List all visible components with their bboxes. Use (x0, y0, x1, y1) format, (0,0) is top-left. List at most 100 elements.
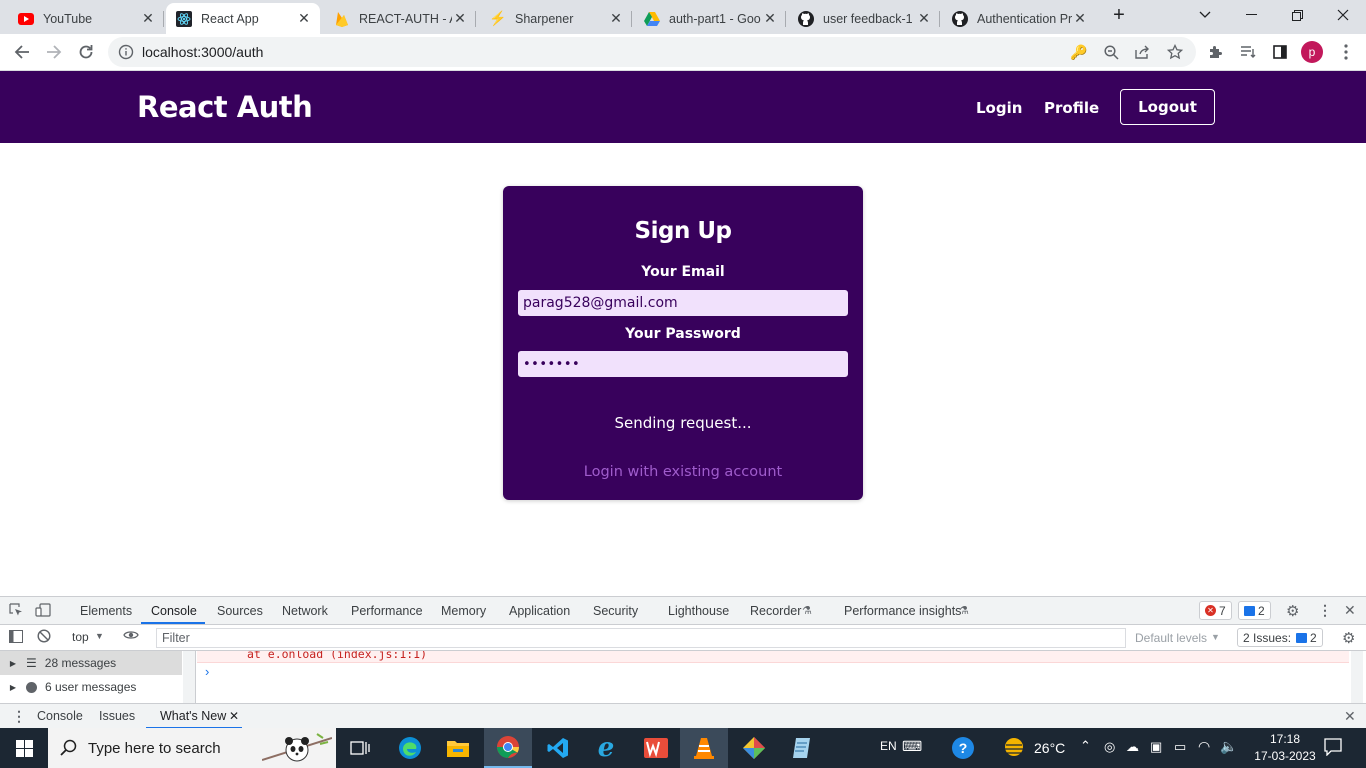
profile-avatar[interactable]: p (1298, 38, 1326, 66)
info-icon[interactable] (118, 44, 134, 60)
tab-user-feedback[interactable]: user feedback-1 ✕ (788, 3, 940, 34)
logout-button[interactable]: Logout (1120, 89, 1215, 125)
device-toolbar-icon[interactable] (35, 603, 51, 620)
log-levels-dropdown[interactable]: Default levels (1135, 631, 1207, 645)
notification-center-icon[interactable] (1324, 738, 1342, 759)
tab-youtube[interactable]: YouTube ✕ (8, 3, 164, 34)
close-icon[interactable]: ✕ (452, 10, 468, 27)
wifi-icon[interactable]: ◠ (1198, 738, 1210, 755)
share-icon[interactable] (1134, 43, 1152, 61)
inspect-element-icon[interactable] (9, 603, 23, 620)
devtools-tab-application[interactable]: Application (509, 604, 570, 618)
vlc-icon[interactable] (680, 728, 728, 768)
close-devtools-icon[interactable]: ✕ (1344, 602, 1356, 619)
close-icon[interactable]: ✕ (762, 10, 778, 27)
tab-search-chevron-icon[interactable] (1182, 0, 1228, 30)
console-scrollbar[interactable] (1351, 651, 1363, 703)
devtools-tab-security[interactable]: Security (593, 604, 638, 618)
close-icon[interactable]: ✕ (1072, 10, 1088, 27)
minimize-button[interactable] (1228, 0, 1274, 30)
new-tab-button[interactable]: + (1102, 0, 1136, 30)
address-bar[interactable]: localhost:3000/auth 🔑 (108, 37, 1196, 67)
devtools-tab-recorder[interactable]: Recorder (750, 604, 801, 618)
console-prompt-icon[interactable]: › (205, 664, 209, 679)
internet-explorer-icon[interactable]: e (582, 728, 630, 768)
sidebar-item-user-messages[interactable]: ▶ 6 user messages (0, 675, 182, 699)
devtools-tab-performance-insights[interactable]: Performance insights (844, 604, 961, 618)
camera-icon[interactable]: ◎ (1104, 739, 1115, 755)
volume-icon[interactable]: 🔈 (1220, 738, 1237, 755)
drawer-tab-whats-new[interactable]: What's New (160, 709, 226, 723)
message-count-badge[interactable]: 2 (1238, 601, 1271, 620)
sidebar-item-messages[interactable]: ▶ ☰ 28 messages (0, 651, 182, 675)
tab-react-auth[interactable]: REACT-AUTH - A ✕ (324, 3, 476, 34)
issues-badge[interactable]: 2 Issues: 2 (1237, 628, 1323, 647)
devtools-tab-elements[interactable]: Elements (80, 604, 132, 618)
console-filter-input[interactable]: Filter (156, 628, 1126, 648)
help-icon[interactable]: ? (952, 737, 974, 759)
password-input[interactable]: ••••••• (517, 350, 849, 378)
drawer-tab-issues[interactable]: Issues (99, 709, 135, 723)
login-existing-account-button[interactable]: Login with existing account (503, 464, 863, 480)
email-input[interactable]: parag528@gmail.com (517, 289, 849, 317)
vscode-icon[interactable] (534, 728, 582, 768)
extensions-puzzle-icon[interactable] (1202, 38, 1230, 66)
close-icon[interactable]: ✕ (140, 10, 156, 27)
clock-time[interactable]: 17:18 (1262, 732, 1308, 746)
app-diamond-icon[interactable] (730, 728, 778, 768)
eye-icon[interactable] (123, 629, 139, 644)
settings-gear-icon[interactable]: ⚙ (1286, 602, 1299, 620)
error-count-badge[interactable]: ✕ 7 (1199, 601, 1232, 620)
close-icon[interactable]: ✕ (296, 10, 312, 27)
devtools-tab-memory[interactable]: Memory (441, 604, 486, 618)
forward-arrow-icon[interactable] (40, 38, 68, 66)
keyboard-icon[interactable]: ⌨ (902, 738, 922, 755)
devtools-tab-network[interactable]: Network (282, 604, 328, 618)
app-brand[interactable]: React Auth (137, 90, 313, 124)
tab-react-app[interactable]: React App ✕ (166, 3, 320, 34)
taskbar-search-input[interactable]: Type here to search (48, 728, 336, 768)
bookmark-star-icon[interactable] (1166, 43, 1184, 61)
edge-icon[interactable] (386, 728, 434, 768)
nav-login-link[interactable]: Login (976, 99, 1022, 117)
devtools-tab-lighthouse[interactable]: Lighthouse (668, 604, 729, 618)
devtools-tab-sources[interactable]: Sources (217, 604, 263, 618)
task-view-icon[interactable] (336, 728, 384, 768)
clear-console-icon[interactable] (37, 629, 51, 646)
drawer-menu-icon[interactable]: ⋮ (12, 708, 26, 725)
menu-dots-icon[interactable] (1332, 38, 1360, 66)
sidebar-scrollbar[interactable] (183, 651, 195, 703)
side-panel-icon[interactable] (1266, 38, 1294, 66)
temperature-text[interactable]: 26°C (1034, 740, 1065, 756)
cloud-status-icon[interactable]: ☁ (1126, 739, 1139, 755)
close-window-button[interactable] (1320, 0, 1366, 30)
restore-button[interactable] (1274, 0, 1320, 30)
nav-profile-link[interactable]: Profile (1044, 99, 1099, 117)
devtools-tab-performance[interactable]: Performance (351, 604, 423, 618)
reload-icon[interactable] (72, 38, 100, 66)
show-hidden-icons-chevron-icon[interactable]: ⌃ (1080, 738, 1091, 754)
drawer-tab-console[interactable]: Console (37, 709, 83, 723)
close-icon[interactable]: ✕ (608, 10, 624, 27)
office-app-icon[interactable] (632, 728, 680, 768)
language-indicator[interactable]: EN (880, 739, 897, 753)
back-arrow-icon[interactable] (8, 38, 36, 66)
tab-sharpener[interactable]: ⚡ Sharpener ✕ (480, 3, 632, 34)
windows-start-icon[interactable] (0, 728, 48, 768)
clock-date[interactable]: 17-03-2023 (1250, 749, 1320, 763)
notes-app-icon[interactable] (778, 728, 826, 768)
sidebar-toggle-icon[interactable] (9, 630, 23, 646)
file-explorer-icon[interactable] (434, 728, 482, 768)
zoom-icon[interactable] (1102, 43, 1120, 61)
devtools-tab-console[interactable]: Console (151, 604, 197, 618)
close-icon[interactable]: ✕ (229, 709, 239, 723)
reading-list-icon[interactable] (1234, 38, 1262, 66)
chrome-icon[interactable] (484, 728, 532, 768)
display-icon[interactable]: ▣ (1150, 739, 1162, 755)
tab-auth-part1[interactable]: auth-part1 - Goo ✕ (634, 3, 786, 34)
key-icon[interactable]: 🔑 (1070, 43, 1088, 61)
close-icon[interactable]: ✕ (916, 10, 932, 27)
console-settings-gear-icon[interactable]: ⚙ (1342, 629, 1355, 647)
battery-icon[interactable]: ▭ (1174, 739, 1186, 755)
context-selector[interactable]: top (72, 630, 89, 644)
